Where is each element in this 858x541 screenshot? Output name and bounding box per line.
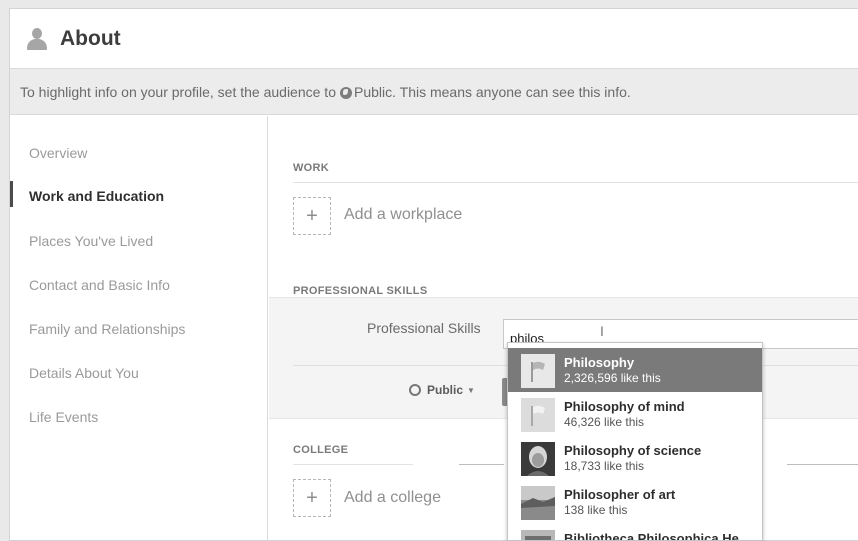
skills-field-label: Professional Skills [367, 320, 481, 336]
add-college-link[interactable]: Add a college [344, 489, 441, 507]
college-divider-segment [459, 464, 504, 465]
building-photo [521, 530, 555, 540]
text-cursor-icon: I [600, 323, 604, 339]
sidebar-item-work-education[interactable]: Work and Education [29, 188, 164, 204]
suggestion-likes: 46,326 like this [564, 415, 645, 429]
flag-icon [521, 398, 555, 432]
suggestion-name: Philosophy of mind [564, 399, 685, 414]
person-icon [27, 26, 47, 52]
work-section-title: WORK [293, 162, 330, 174]
flag-icon [521, 354, 555, 388]
suggestion-likes: 2,326,596 like this [564, 371, 661, 385]
suggestion-name: Philosopher of art [564, 487, 676, 502]
suggestion-likes: 138 like this [564, 503, 628, 517]
page-title: About [60, 26, 121, 50]
suggestion-item[interactable]: Philosophy of science 18,733 like this [508, 436, 762, 480]
suggestion-item[interactable]: Philosopher of art 138 like this [508, 480, 762, 524]
suggestion-likes: 18,733 like this [564, 459, 645, 473]
privacy-selector[interactable]: Public ▼ [409, 383, 475, 397]
globe-icon [409, 384, 421, 396]
banner-text-start: To highlight info on your profile, set t… [20, 83, 336, 100]
suggestion-name: Philosophy of science [564, 443, 702, 458]
add-workplace-link[interactable]: Add a workplace [344, 206, 462, 224]
portrait-photo [521, 442, 555, 476]
suggestion-name: Bibliotheca Philosophica He… [564, 531, 752, 541]
privacy-label: Public [427, 383, 464, 397]
about-header: About [10, 9, 858, 69]
work-divider [293, 182, 858, 183]
sidebar-item-family[interactable]: Family and Relationships [29, 321, 185, 337]
sidebar-item-overview[interactable]: Overview [29, 145, 87, 161]
globe-icon [339, 86, 352, 99]
suggestion-item[interactable]: Bibliotheca Philosophica He… [508, 524, 762, 541]
banner-text-end: Public. This means anyone can see this i… [353, 83, 631, 100]
skills-suggestions-dropdown: Philosophy 2,326,596 like this Philosoph… [507, 342, 763, 541]
suggestion-name: Philosophy [564, 355, 635, 370]
suggestion-item[interactable]: Philosophy of mind 46,326 like this [508, 392, 762, 436]
active-indicator [10, 181, 13, 207]
college-section-title: COLLEGE [293, 444, 349, 456]
college-divider [293, 464, 413, 465]
audience-banner: To highlight info on your profile, set t… [10, 69, 858, 115]
college-divider-segment [787, 464, 858, 465]
chevron-down-icon: ▼ [467, 385, 475, 395]
landscape-photo [521, 486, 555, 520]
add-workplace-icon[interactable]: + [293, 197, 331, 235]
about-sidebar: Overview Work and Education Places You'v… [10, 116, 268, 540]
sidebar-item-places-lived[interactable]: Places You've Lived [29, 233, 153, 249]
sidebar-item-life-events[interactable]: Life Events [29, 409, 98, 425]
sidebar-item-contact-info[interactable]: Contact and Basic Info [29, 277, 170, 293]
skills-section-title: PROFESSIONAL SKILLS [293, 285, 428, 297]
sidebar-item-details[interactable]: Details About You [29, 365, 139, 381]
add-college-icon[interactable]: + [293, 479, 331, 517]
suggestion-item[interactable]: Philosophy 2,326,596 like this [508, 348, 762, 392]
